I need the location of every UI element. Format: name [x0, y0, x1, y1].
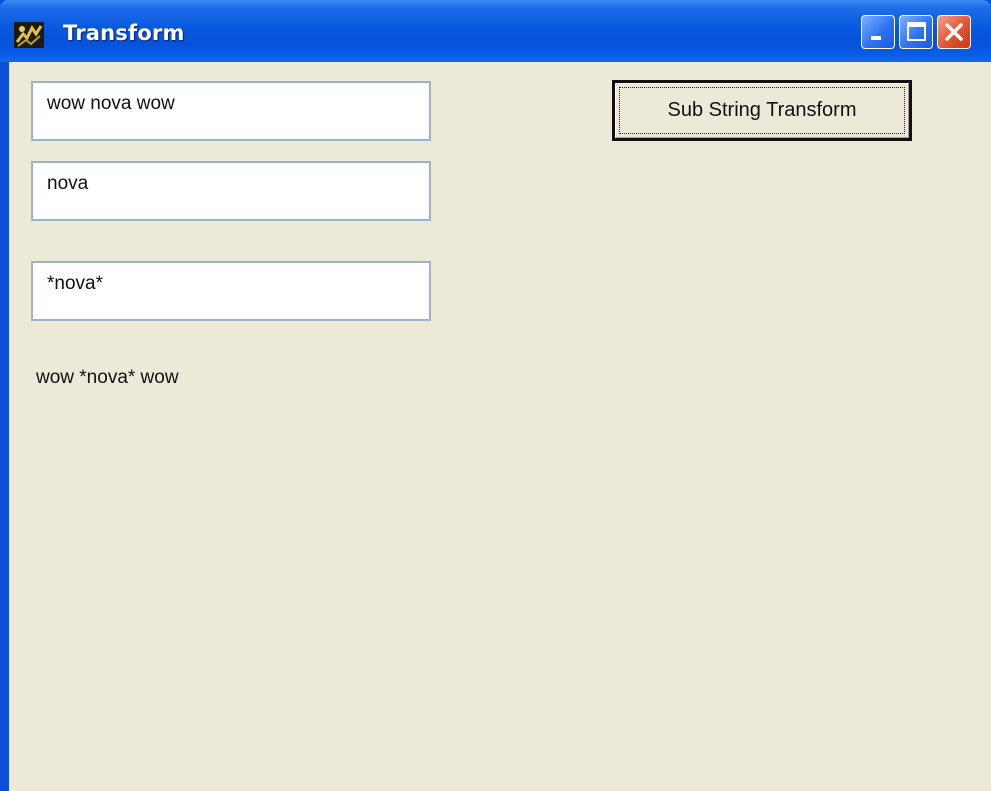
search-text-field[interactable]: nova [31, 161, 431, 221]
client-area: wow nova wow nova *nova* wow *nova* wow … [9, 62, 991, 791]
maximize-button[interactable] [899, 15, 933, 49]
button-label: Sub String Transform [619, 87, 905, 134]
app-window: Transform wow nova wow nova *nova* wow *… [0, 0, 991, 791]
result-label: wow *nova* wow [36, 367, 179, 388]
replacement-text-field[interactable]: *nova* [31, 261, 431, 321]
title-bar[interactable]: Transform [0, 0, 991, 62]
window-title: Transform [63, 21, 185, 45]
source-text-field[interactable]: wow nova wow [31, 81, 431, 141]
close-button[interactable] [937, 15, 971, 49]
minimize-button[interactable] [861, 15, 895, 49]
sub-string-transform-button[interactable]: Sub String Transform [612, 80, 912, 141]
java-app-icon [14, 22, 44, 48]
